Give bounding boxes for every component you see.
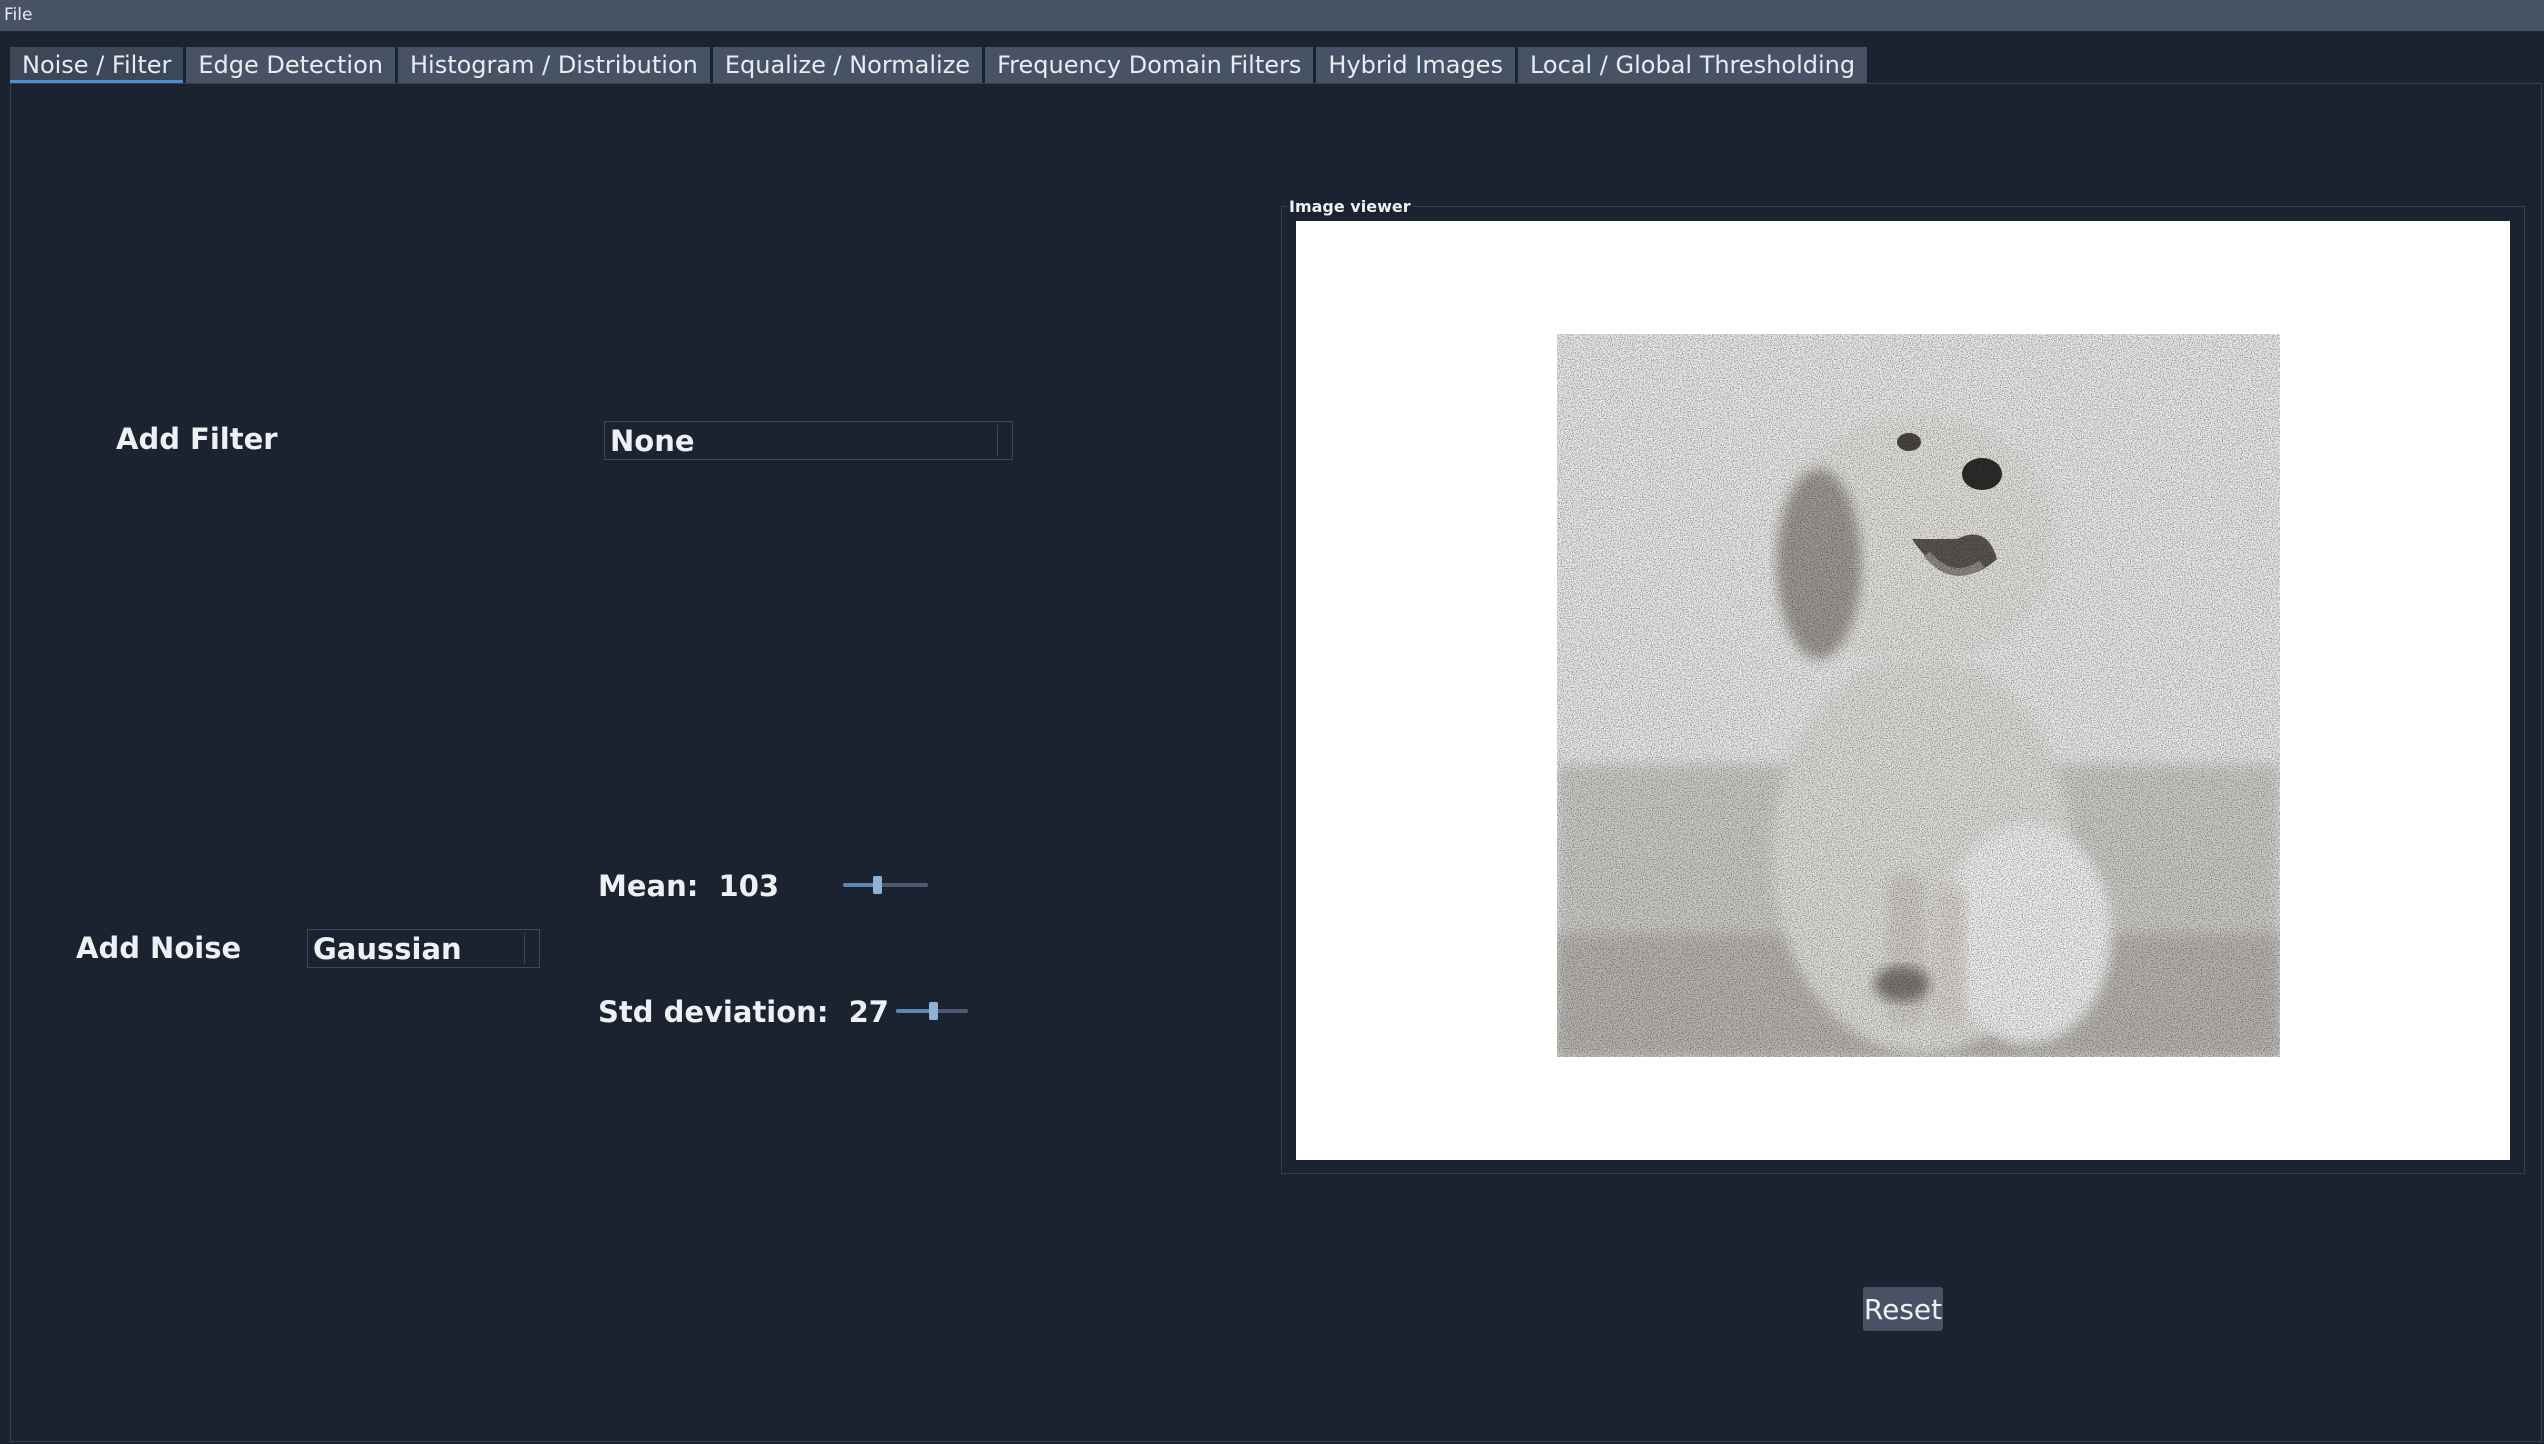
noise-select[interactable]: Gaussian xyxy=(307,929,540,968)
tab-noise-filter[interactable]: Noise / Filter xyxy=(10,47,184,83)
tab-edge-detection[interactable]: Edge Detection xyxy=(186,47,395,83)
tab-frequency-domain-filters[interactable]: Frequency Domain Filters xyxy=(985,47,1314,83)
filter-select[interactable]: None xyxy=(604,421,1013,460)
menu-file[interactable]: File xyxy=(0,0,36,31)
tab-hybrid-images[interactable]: Hybrid Images xyxy=(1316,47,1515,83)
mean-label: Mean: 103 xyxy=(598,869,779,903)
filter-select-dropdown-icon xyxy=(997,425,1012,456)
mean-slider-handle[interactable] xyxy=(873,876,882,894)
tab-histogram-distribution[interactable]: Histogram / Distribution xyxy=(397,47,710,83)
std-slider-fill xyxy=(896,1009,933,1013)
std-deviation-label: Std deviation: 27 xyxy=(598,995,889,1029)
add-noise-label: Add Noise xyxy=(76,931,242,965)
image-viewer-title: Image viewer xyxy=(1287,197,1413,216)
noisy-puppy-image xyxy=(1557,334,2280,1057)
mean-slider[interactable] xyxy=(843,875,928,895)
std-slider-handle[interactable] xyxy=(929,1002,938,1020)
mean-label-text: Mean: xyxy=(598,869,699,903)
tab-local-global-thresholding[interactable]: Local / Global Thresholding xyxy=(1517,47,1868,83)
reset-button[interactable]: Reset xyxy=(1863,1287,1943,1331)
tab-bar: Noise / Filter Edge Detection Histogram … xyxy=(10,47,1868,83)
menubar: File xyxy=(0,0,2544,31)
filter-select-value: None xyxy=(610,423,695,458)
std-label-text: Std deviation: xyxy=(598,995,829,1029)
mean-value: 103 xyxy=(718,869,780,903)
noise-select-dropdown-icon xyxy=(524,933,539,964)
std-deviation-slider[interactable] xyxy=(896,1001,968,1021)
mean-slider-fill xyxy=(843,883,877,887)
add-filter-label: Add Filter xyxy=(116,422,278,456)
tab-equalize-normalize[interactable]: Equalize / Normalize xyxy=(712,47,983,83)
std-value: 27 xyxy=(848,995,889,1029)
noise-select-value: Gaussian xyxy=(313,931,462,966)
